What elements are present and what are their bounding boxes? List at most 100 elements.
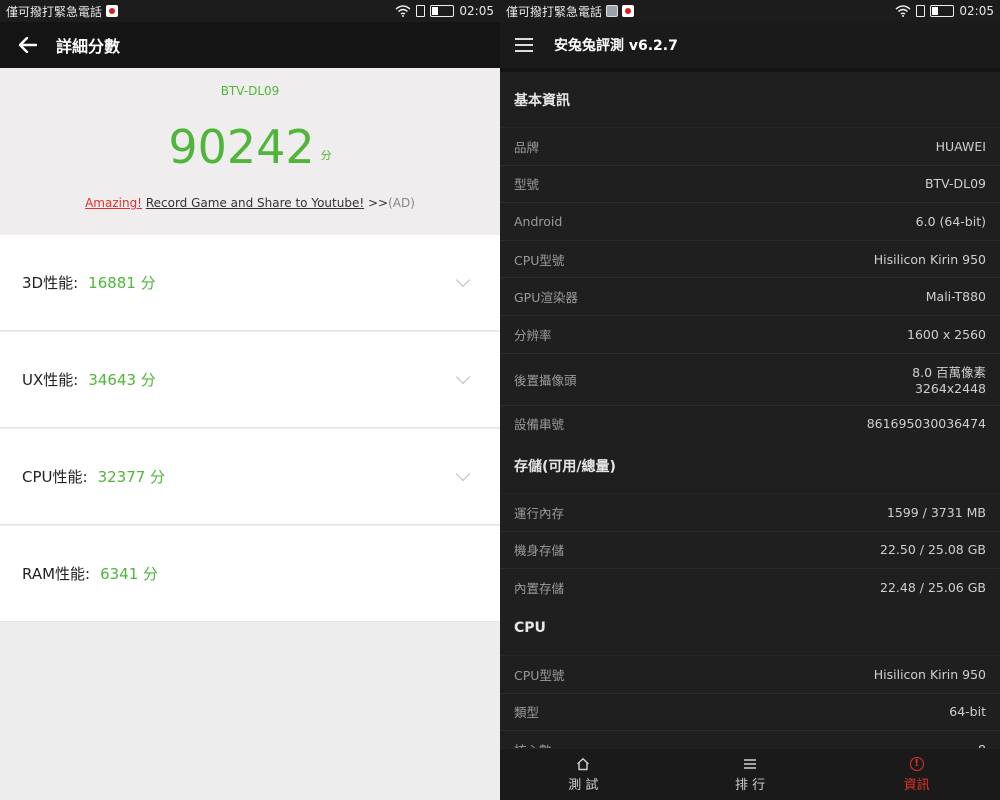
info-key: 運行內存 bbox=[514, 505, 565, 521]
chevron-down-icon[interactable] bbox=[455, 272, 471, 287]
info-value: 22.48 / 25.06 GB bbox=[880, 579, 986, 595]
info-key: CPU型號 bbox=[514, 667, 565, 683]
info-key: Android bbox=[514, 213, 563, 229]
info-row: Android 6.0 (64-bit) bbox=[500, 203, 1000, 241]
info-value: 22.50 / 25.08 GB bbox=[880, 542, 986, 558]
promo-ad-label: (AD) bbox=[388, 196, 415, 210]
device-model: BTV-DL09 bbox=[220, 84, 280, 98]
info-value: 8.0 百萬像素 3264x2448 bbox=[912, 362, 986, 396]
info-row: GPU渲染器 Mali-T880 bbox=[500, 278, 1000, 316]
total-score: 90242 分 bbox=[0, 124, 500, 170]
info-row: 分辨率 1600 x 2560 bbox=[500, 316, 1000, 354]
hamburger-menu-icon[interactable] bbox=[500, 22, 548, 68]
sim-icon bbox=[416, 5, 426, 17]
info-row: CPU型號 Hisilicon Kirin 950 bbox=[500, 241, 1000, 279]
info-value: 1600 x 2560 bbox=[907, 326, 986, 342]
nav-test[interactable]: 測 試 bbox=[500, 749, 667, 800]
list-icon bbox=[742, 757, 758, 771]
app-bar: 安兔兔評測 v6.2.7 bbox=[500, 22, 1000, 68]
info-key: GPU渲染器 bbox=[514, 290, 578, 306]
score-detail-screen: 僅可撥打緊急電話 02:05 詳細分數 BTV-DL09 90242 分 Ama… bbox=[0, 0, 500, 800]
nav-label: 測 試 bbox=[568, 777, 599, 793]
info-row: 品牌 HUAWEI bbox=[500, 128, 1000, 166]
subscore-value: 34643 分 bbox=[88, 371, 156, 389]
record-icon bbox=[106, 5, 119, 17]
clock: 02:05 bbox=[959, 4, 994, 18]
storage-section: 存儲(可用/總量) 運行內存 1599 / 3731 MB 機身存儲 22.50 /… bbox=[500, 438, 1000, 607]
chevron-down-icon[interactable] bbox=[455, 466, 471, 481]
subscore-value: 6341 分 bbox=[100, 565, 159, 583]
info-key: 類型 bbox=[514, 705, 540, 721]
page-title: 詳細分數 bbox=[56, 37, 121, 56]
info-value: 861695030036474 bbox=[866, 416, 986, 432]
bottom-navigation: 測 試 排 行 ! 資訊 bbox=[500, 748, 1000, 800]
battery-icon bbox=[930, 5, 955, 17]
info-row: 機身存儲 22.50 / 25.08 GB bbox=[500, 532, 1000, 570]
nav-label: 資訊 bbox=[903, 777, 930, 793]
nav-ranking[interactable]: 排 行 bbox=[667, 749, 834, 800]
wifi-icon bbox=[395, 5, 411, 17]
info-value: Mali-T880 bbox=[925, 289, 986, 305]
promo-record-link[interactable]: Record Game and Share to Youtube! bbox=[146, 196, 364, 210]
info-key: 型號 bbox=[514, 177, 540, 193]
subscore-value: 32377 分 bbox=[97, 468, 166, 486]
info-value: HUAWEI bbox=[935, 138, 986, 154]
section-title: 基本資訊 bbox=[500, 72, 1000, 128]
subscore-ram: RAM性能: 6341 分 bbox=[0, 526, 500, 622]
info-value: 1599 / 3731 MB bbox=[886, 504, 986, 520]
promo-amazing-link[interactable]: Amazing! bbox=[85, 196, 142, 210]
section-title: CPU bbox=[500, 600, 1000, 656]
home-icon bbox=[575, 757, 591, 771]
battery-icon bbox=[430, 5, 455, 17]
subscore-value: 16881 分 bbox=[88, 274, 156, 292]
subscore-3d[interactable]: 3D性能: 16881 分 bbox=[0, 235, 500, 331]
carrier-text: 僅可撥打緊急電話 bbox=[6, 4, 103, 19]
total-score-value: 90242 bbox=[168, 120, 315, 174]
chevron-down-icon[interactable] bbox=[455, 369, 471, 384]
info-value: Hisilicon Kirin 950 bbox=[873, 251, 986, 267]
info-row: CPU型號 Hisilicon Kirin 950 bbox=[500, 656, 1000, 694]
promo-line: Amazing! Record Game and Share to Youtub… bbox=[0, 196, 500, 210]
promo-arrows: >> bbox=[367, 196, 389, 210]
info-key: 後置攝像頭 bbox=[514, 372, 577, 388]
camera-mp: 8.0 百萬像素 bbox=[912, 365, 986, 381]
score-unit: 分 bbox=[320, 149, 332, 162]
subscore-label: UX性能: bbox=[22, 371, 79, 389]
info-row: 類型 64-bit bbox=[500, 694, 1000, 732]
subscore-label: CPU性能: bbox=[22, 468, 88, 486]
nav-info[interactable]: ! 資訊 bbox=[833, 749, 1000, 800]
info-key: 設備串號 bbox=[514, 417, 565, 433]
wifi-icon bbox=[895, 5, 911, 17]
carrier-text: 僅可撥打緊急電話 bbox=[506, 4, 603, 19]
device-info-screen: 僅可撥打緊急電話 02:05 安兔兔評測 v6.2.7 基本資訊 品牌 HUAWE… bbox=[500, 0, 1000, 800]
subscore-cpu[interactable]: CPU性能: 32377 分 bbox=[0, 429, 500, 525]
subscore-label: 3D性能: bbox=[22, 274, 79, 292]
info-value: 64-bit bbox=[949, 704, 986, 720]
info-key: 內置存儲 bbox=[514, 580, 565, 596]
status-bar: 僅可撥打緊急電話 02:05 bbox=[500, 0, 1000, 22]
app-bar: 詳細分數 bbox=[0, 22, 500, 68]
sim-icon bbox=[916, 5, 926, 17]
info-value: BTV-DL09 bbox=[924, 176, 986, 192]
status-bar: 僅可撥打緊急電話 02:05 bbox=[0, 0, 500, 22]
cpu-section: CPU CPU型號Hisilicon Kirin 950 類型64-bit 核心… bbox=[500, 600, 1000, 769]
image-icon bbox=[606, 5, 619, 17]
info-key: 品牌 bbox=[514, 139, 540, 155]
clock: 02:05 bbox=[459, 4, 494, 18]
info-row: 型號 BTV-DL09 bbox=[500, 166, 1000, 204]
app-title: 安兔兔評測 v6.2.7 bbox=[554, 38, 678, 54]
total-score-card: BTV-DL09 90242 分 Amazing! Record Game an… bbox=[0, 68, 500, 235]
info-key: 機身存儲 bbox=[514, 543, 565, 559]
info-row: 後置攝像頭 8.0 百萬像素 3264x2448 bbox=[500, 354, 1000, 406]
info-value: Hisilicon Kirin 950 bbox=[873, 666, 986, 682]
subscore-label: RAM性能: bbox=[22, 565, 91, 583]
info-value: 6.0 (64-bit) bbox=[915, 213, 986, 229]
basic-info-section: 基本資訊 品牌 HUAWEI 型號 BTV-DL09 Android 6.0 (64-… bbox=[500, 72, 1000, 444]
subscore-ux[interactable]: UX性能: 34643 分 bbox=[0, 332, 500, 428]
info-key: CPU型號 bbox=[514, 252, 565, 268]
nav-label: 排 行 bbox=[734, 777, 766, 793]
back-arrow-icon[interactable] bbox=[0, 22, 56, 68]
info-key: 分辨率 bbox=[514, 327, 552, 343]
section-title: 存儲(可用/總量) bbox=[500, 438, 1000, 494]
camera-resolution: 3264x2448 bbox=[914, 381, 986, 397]
